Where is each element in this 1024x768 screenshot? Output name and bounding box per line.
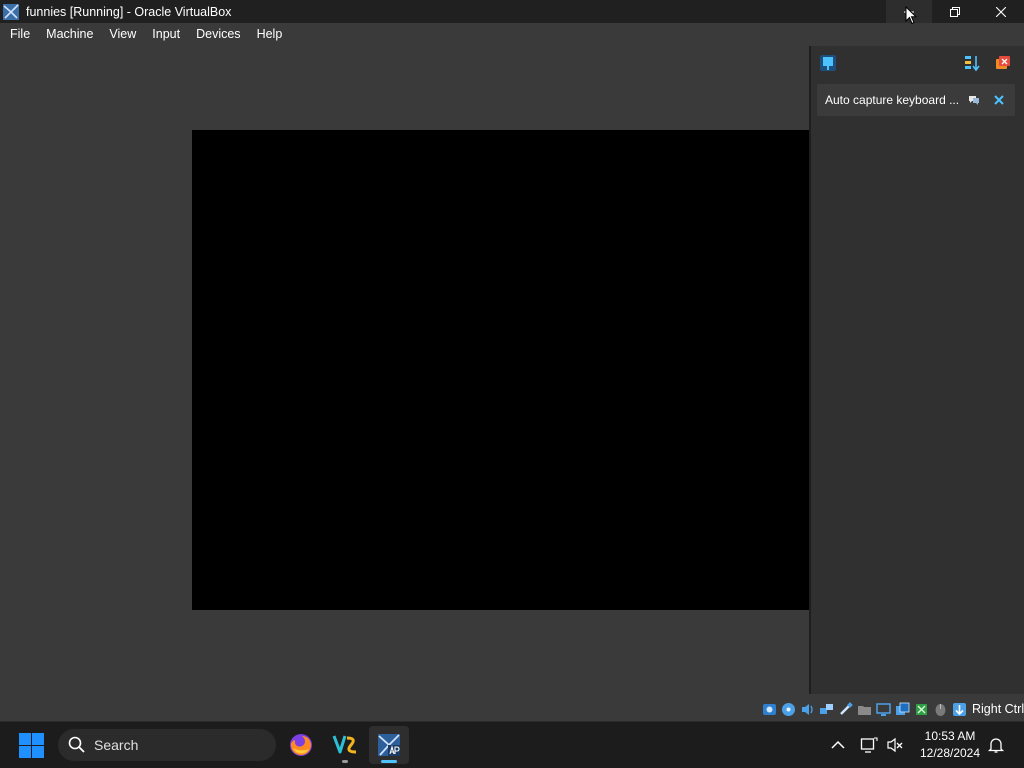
code-editor-icon: [332, 735, 357, 754]
taskbar-firefox[interactable]: [281, 726, 321, 764]
windows-logo-icon[interactable]: [19, 733, 44, 758]
search-label: Search: [94, 737, 139, 753]
virtualbox-window: funnies [Running] - Oracle VirtualBox Fi…: [0, 0, 1024, 768]
clock-date: 12/28/2024: [919, 746, 981, 760]
windows-taskbar: Search 10:53 AM 12/28/2024: [0, 721, 1024, 768]
notification-item[interactable]: Auto capture keyboard ...: [817, 84, 1015, 116]
hard-disk-icon[interactable]: [762, 702, 777, 717]
host-key-label: Right Ctrl: [972, 702, 1024, 716]
taskbar-virtualbox[interactable]: [369, 726, 409, 764]
cpu-icon[interactable]: [914, 702, 929, 717]
message-expand-icon[interactable]: [967, 93, 981, 107]
close-icon: [996, 6, 1006, 17]
menu-help[interactable]: Help: [251, 23, 289, 45]
audio-icon[interactable]: [800, 702, 815, 717]
volume-muted-icon[interactable]: [886, 736, 904, 754]
vm-status-bar: Right Ctrl: [0, 698, 1024, 721]
taskbar-editor-app[interactable]: [325, 726, 365, 764]
host-key-arrow-icon[interactable]: [952, 702, 967, 717]
notification-text: Auto capture keyboard ...: [825, 93, 960, 107]
network-status-icon[interactable]: [860, 736, 878, 754]
close-notification-icon[interactable]: [992, 93, 1006, 107]
menu-file[interactable]: File: [4, 23, 36, 45]
menu-input[interactable]: Input: [146, 23, 186, 45]
close-button[interactable]: [978, 0, 1024, 23]
running-indicator: [342, 760, 348, 763]
title-bar: funnies [Running] - Oracle VirtualBox: [0, 0, 1024, 23]
vm-screen[interactable]: [192, 130, 809, 610]
menu-view[interactable]: View: [103, 23, 142, 45]
virtualbox-icon: [378, 734, 400, 756]
chevron-up-icon[interactable]: [829, 736, 847, 754]
taskbar-search[interactable]: Search: [58, 729, 276, 761]
menu-bar: File Machine View Input Devices Help: [0, 23, 1024, 45]
restore-icon: [950, 6, 960, 17]
mouse-integration-icon[interactable]: [933, 702, 948, 717]
virtualbox-app-icon: [3, 3, 19, 20]
optical-drive-icon[interactable]: [781, 702, 796, 717]
menu-devices[interactable]: Devices: [190, 23, 246, 45]
search-icon: [68, 736, 85, 753]
window-title: funnies [Running] - Oracle VirtualBox: [26, 4, 232, 19]
notification-pin-icon[interactable]: [819, 54, 837, 72]
status-icons: Right Ctrl: [762, 700, 1024, 718]
shared-folder-icon[interactable]: [857, 702, 872, 717]
notification-bell-icon[interactable]: [987, 736, 1005, 754]
usb-icon[interactable]: [838, 701, 853, 717]
clock-time: 10:53 AM: [924, 729, 976, 743]
network-icon[interactable]: [819, 702, 834, 717]
mouse-cursor-icon: [905, 6, 917, 25]
system-clock[interactable]: 10:53 AM 12/28/2024: [912, 728, 988, 762]
display-icon[interactable]: [876, 702, 891, 717]
active-indicator: [381, 760, 397, 763]
sort-order-icon[interactable]: [963, 54, 981, 72]
clear-all-notifications-icon[interactable]: [994, 54, 1012, 72]
restore-button[interactable]: [932, 0, 978, 23]
notification-center-header: [811, 46, 1024, 80]
firefox-icon: [290, 734, 312, 756]
notification-center: Auto capture keyboard ...: [809, 46, 1024, 694]
recording-icon[interactable]: [895, 702, 910, 717]
menu-machine[interactable]: Machine: [40, 23, 99, 45]
